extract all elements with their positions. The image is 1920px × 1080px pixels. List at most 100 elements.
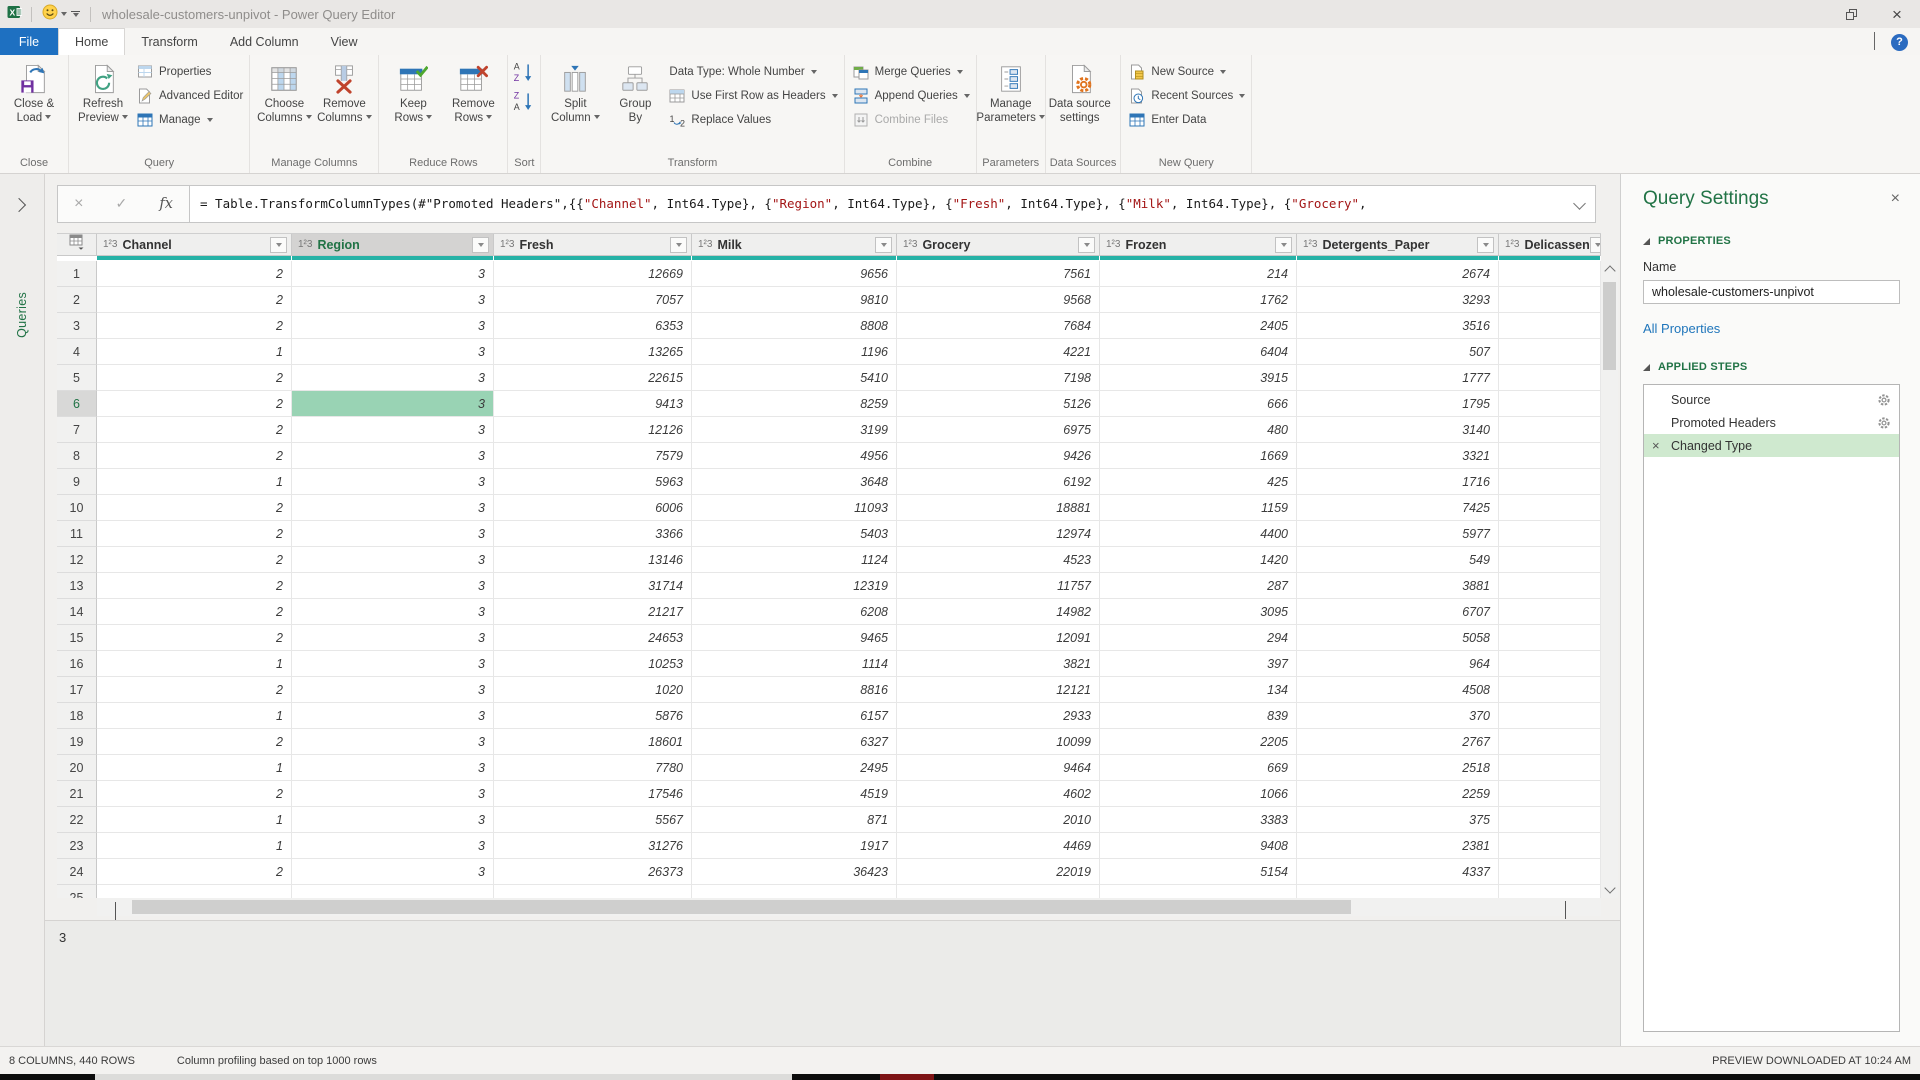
cell[interactable]: 1917 <box>692 833 897 859</box>
cell[interactable] <box>1499 547 1601 573</box>
cell[interactable]: 12669 <box>494 261 692 287</box>
cell[interactable]: 11093 <box>692 495 897 521</box>
cell[interactable]: 3 <box>292 651 494 677</box>
row-number[interactable]: 10 <box>57 495 97 521</box>
cell[interactable]: 549 <box>1297 547 1499 573</box>
cell[interactable]: 2 <box>97 547 292 573</box>
row-number[interactable]: 24 <box>57 859 97 885</box>
cell[interactable]: 5410 <box>692 365 897 391</box>
collapse-section-icon[interactable] <box>1643 364 1650 371</box>
scroll-down-button[interactable] <box>1606 880 1614 898</box>
cell[interactable] <box>1499 677 1601 703</box>
column-header-delicassen[interactable]: 1²3 Delicassen <box>1499 234 1601 256</box>
cell[interactable]: 12121 <box>897 677 1100 703</box>
cell[interactable]: 2 <box>97 677 292 703</box>
column-filter-dropdown[interactable] <box>875 237 892 253</box>
row-number[interactable]: 12 <box>57 547 97 573</box>
cell[interactable]: 5567 <box>494 807 692 833</box>
vertical-scrollbar[interactable] <box>1601 260 1618 898</box>
applied-step-source[interactable]: Source <box>1644 388 1899 411</box>
close-panel-button[interactable]: × <box>1891 191 1900 207</box>
replace-values-button[interactable]: 12Replace Values <box>669 111 837 128</box>
remove-columns-button[interactable]: RemoveColumns <box>314 56 374 125</box>
cell[interactable]: 2 <box>97 729 292 755</box>
cell[interactable]: 3199 <box>692 417 897 443</box>
row-number[interactable]: 20 <box>57 755 97 781</box>
cell[interactable]: 3 <box>292 755 494 781</box>
cell[interactable]: 3321 <box>1297 443 1499 469</box>
row-number[interactable]: 11 <box>57 521 97 547</box>
formula-input[interactable]: = Table.TransformColumnTypes(#"Promoted … <box>189 185 1596 223</box>
cell[interactable]: 22019 <box>897 859 1100 885</box>
cell[interactable]: 1795 <box>1297 391 1499 417</box>
cell[interactable]: 8808 <box>692 313 897 339</box>
cell[interactable]: 1716 <box>1297 469 1499 495</box>
cell[interactable]: 2 <box>97 365 292 391</box>
cell[interactable]: 4956 <box>692 443 897 469</box>
cell[interactable]: 1 <box>97 469 292 495</box>
tab-home[interactable]: Home <box>58 28 125 55</box>
cell[interactable]: 3 <box>292 807 494 833</box>
cell[interactable]: 17546 <box>494 781 692 807</box>
cell[interactable]: 6157 <box>692 703 897 729</box>
cell[interactable]: 1124 <box>692 547 897 573</box>
cell[interactable]: 31714 <box>494 573 692 599</box>
cell[interactable]: 22615 <box>494 365 692 391</box>
cell[interactable] <box>1499 651 1601 677</box>
cell[interactable]: 1 <box>97 703 292 729</box>
tab-add-column[interactable]: Add Column <box>214 29 315 55</box>
cell[interactable] <box>1499 287 1601 313</box>
cell[interactable]: 2 <box>97 573 292 599</box>
column-filter-dropdown[interactable] <box>472 237 489 253</box>
cell[interactable]: 3 <box>292 729 494 755</box>
cell[interactable]: 397 <box>1100 651 1297 677</box>
cell[interactable]: 3 <box>292 495 494 521</box>
cell[interactable]: 3 <box>292 859 494 885</box>
row-number[interactable]: 17 <box>57 677 97 703</box>
cell[interactable]: 4523 <box>897 547 1100 573</box>
cell[interactable]: 2 <box>97 521 292 547</box>
cell[interactable]: 3 <box>292 313 494 339</box>
cell[interactable] <box>1499 599 1601 625</box>
cell[interactable]: 10253 <box>494 651 692 677</box>
cell[interactable] <box>1499 885 1601 898</box>
cell[interactable]: 134 <box>1100 677 1297 703</box>
cell[interactable]: 3095 <box>1100 599 1297 625</box>
cell[interactable]: 3 <box>292 547 494 573</box>
column-header-detergents-paper[interactable]: 1²3 Detergents_Paper <box>1297 234 1499 256</box>
cell[interactable]: 2 <box>97 417 292 443</box>
cell[interactable]: 1669 <box>1100 443 1297 469</box>
cell[interactable] <box>1499 703 1601 729</box>
cell[interactable]: 2 <box>97 313 292 339</box>
cell[interactable]: 1 <box>97 755 292 781</box>
cell[interactable]: 2767 <box>1297 729 1499 755</box>
cell[interactable]: 9464 <box>897 755 1100 781</box>
cell[interactable] <box>292 885 494 898</box>
cell[interactable]: 21217 <box>494 599 692 625</box>
cell[interactable]: 13146 <box>494 547 692 573</box>
cell[interactable] <box>1499 391 1601 417</box>
customize-quick-access-button[interactable] <box>69 2 82 26</box>
cell[interactable] <box>897 885 1100 898</box>
cell[interactable]: 11757 <box>897 573 1100 599</box>
cell[interactable]: 2 <box>97 443 292 469</box>
cell[interactable]: 2381 <box>1297 833 1499 859</box>
cell[interactable]: 3 <box>292 365 494 391</box>
cell[interactable]: 3366 <box>494 521 692 547</box>
scroll-up-button[interactable] <box>1606 260 1614 278</box>
cell[interactable]: 3 <box>292 599 494 625</box>
advanced-editor-button[interactable]: Advanced Editor <box>137 87 243 104</box>
smiley-feedback-button[interactable] <box>40 2 69 26</box>
cell[interactable]: 18881 <box>897 495 1100 521</box>
cell[interactable]: 3 <box>292 391 494 417</box>
cell[interactable] <box>1499 313 1601 339</box>
cell[interactable]: 1066 <box>1100 781 1297 807</box>
cell[interactable]: 1 <box>97 651 292 677</box>
cell[interactable]: 5963 <box>494 469 692 495</box>
cell[interactable] <box>1499 469 1601 495</box>
row-number[interactable]: 4 <box>57 339 97 365</box>
cell[interactable]: 9408 <box>1100 833 1297 859</box>
row-number[interactable]: 16 <box>57 651 97 677</box>
cell[interactable]: 6975 <box>897 417 1100 443</box>
row-number[interactable]: 23 <box>57 833 97 859</box>
